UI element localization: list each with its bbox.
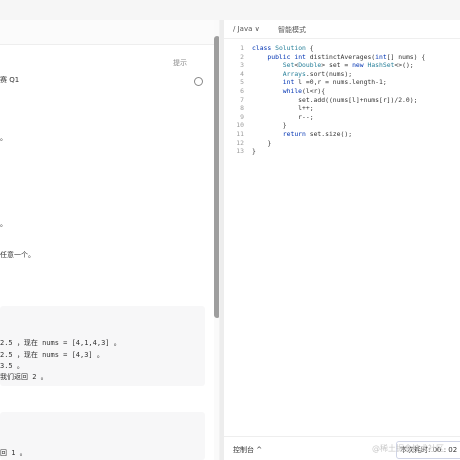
code-line[interactable]: 11 return set.size(); — [224, 130, 460, 139]
code-text: public int distinctAverages(int[] nums) … — [267, 52, 426, 61]
code-text: set.add((nums[l]+nums[r])/2.0); — [252, 95, 418, 104]
console-button[interactable]: 控制台 ^ — [233, 445, 262, 455]
example-2-line: 回 1 。 — [0, 449, 27, 457]
code-line[interactable]: 7 set.add((nums[l]+nums[r])/2.0); — [224, 96, 460, 105]
line-number: 7 — [240, 95, 244, 104]
line-number: 4 — [240, 69, 244, 78]
code-line[interactable]: 3 Set<Double> set = new HashSet<>(); — [224, 61, 460, 70]
line-number: 8 — [240, 104, 244, 113]
code-editor[interactable]: 1 class Solution {2 public int distinctAv… — [224, 44, 460, 156]
line-number: 3 — [240, 61, 244, 70]
example-1-line: 2.5 ，现在 nums = [4,1,4,3] 。 — [0, 339, 121, 347]
example-2-box — [0, 412, 205, 460]
editor-panel: / Java ∨ 智能模式 1 class Solution {2 public … — [224, 20, 460, 460]
clock-icon[interactable] — [194, 77, 203, 86]
line-number: 2 — [240, 52, 244, 61]
problem-text-line: 任意一个。 — [0, 251, 35, 259]
line-number: 10 — [236, 121, 244, 130]
problem-panel: 提示 赛 Q1 。 。 任意一个。 2.5 ，现在 nums = [4,1,4,… — [0, 20, 219, 460]
code-text: r--; — [252, 112, 314, 121]
example-1-line: 2.5 ，现在 nums = [4,3] 。 — [0, 351, 104, 359]
code-line[interactable]: 9 r--; — [224, 113, 460, 122]
problem-text-line: 。 — [0, 220, 7, 228]
code-text: class Solution { — [252, 44, 314, 52]
problem-text-line: 。 — [0, 134, 7, 142]
code-line[interactable]: 6 while(l<r){ — [224, 87, 460, 96]
example-1-line: 我们返回 2 。 — [0, 373, 48, 381]
line-number: 5 — [240, 78, 244, 87]
line-number: 6 — [240, 86, 244, 95]
code-line[interactable]: 10 } — [224, 121, 460, 130]
code-text: } — [252, 121, 287, 130]
code-text: return set.size(); — [282, 129, 353, 138]
line-number: 12 — [236, 138, 244, 147]
top-strip — [0, 0, 460, 20]
code-line[interactable]: 12 } — [224, 139, 460, 148]
watermark: @稀土掘金技术社区 — [372, 444, 444, 453]
code-line[interactable]: 5 int l =0,r = nums.length-1; — [224, 78, 460, 87]
line-number: 9 — [240, 112, 244, 121]
editor-toolbar: / Java ∨ 智能模式 — [224, 20, 460, 39]
smart-mode-toggle[interactable]: 智能模式 — [278, 25, 306, 35]
language-select[interactable]: / Java ∨ — [233, 25, 260, 33]
code-line[interactable]: 2 public int distinctAverages(int[] nums… — [224, 53, 460, 62]
code-text: Arrays.sort(nums); — [282, 69, 353, 78]
code-text: } — [252, 138, 272, 147]
example-1-line: 3.5 。 — [0, 362, 24, 370]
code-line[interactable]: 13} — [224, 147, 460, 156]
code-text: } — [252, 147, 256, 156]
line-number: 11 — [236, 129, 244, 138]
problem-header — [0, 20, 219, 45]
code-line[interactable]: 1 class Solution { — [224, 44, 460, 53]
code-line[interactable]: 8 l++; — [224, 104, 460, 113]
left-scrollbar[interactable] — [214, 36, 219, 318]
code-text: while(l<r){ — [282, 86, 326, 95]
code-text: int l =0,r = nums.length-1; — [282, 78, 387, 87]
code-text: Set<Double> set = new HashSet<>(); — [282, 61, 414, 70]
code-text: l++; — [252, 104, 314, 113]
line-number: 1 — [240, 44, 244, 52]
problem-heading: 赛 Q1 — [0, 76, 20, 84]
hint-button[interactable]: 提示 — [173, 58, 187, 68]
code-line[interactable]: 4 Arrays.sort(nums); — [224, 70, 460, 79]
line-number: 13 — [236, 147, 244, 156]
window-control-icon[interactable] — [442, 2, 456, 16]
